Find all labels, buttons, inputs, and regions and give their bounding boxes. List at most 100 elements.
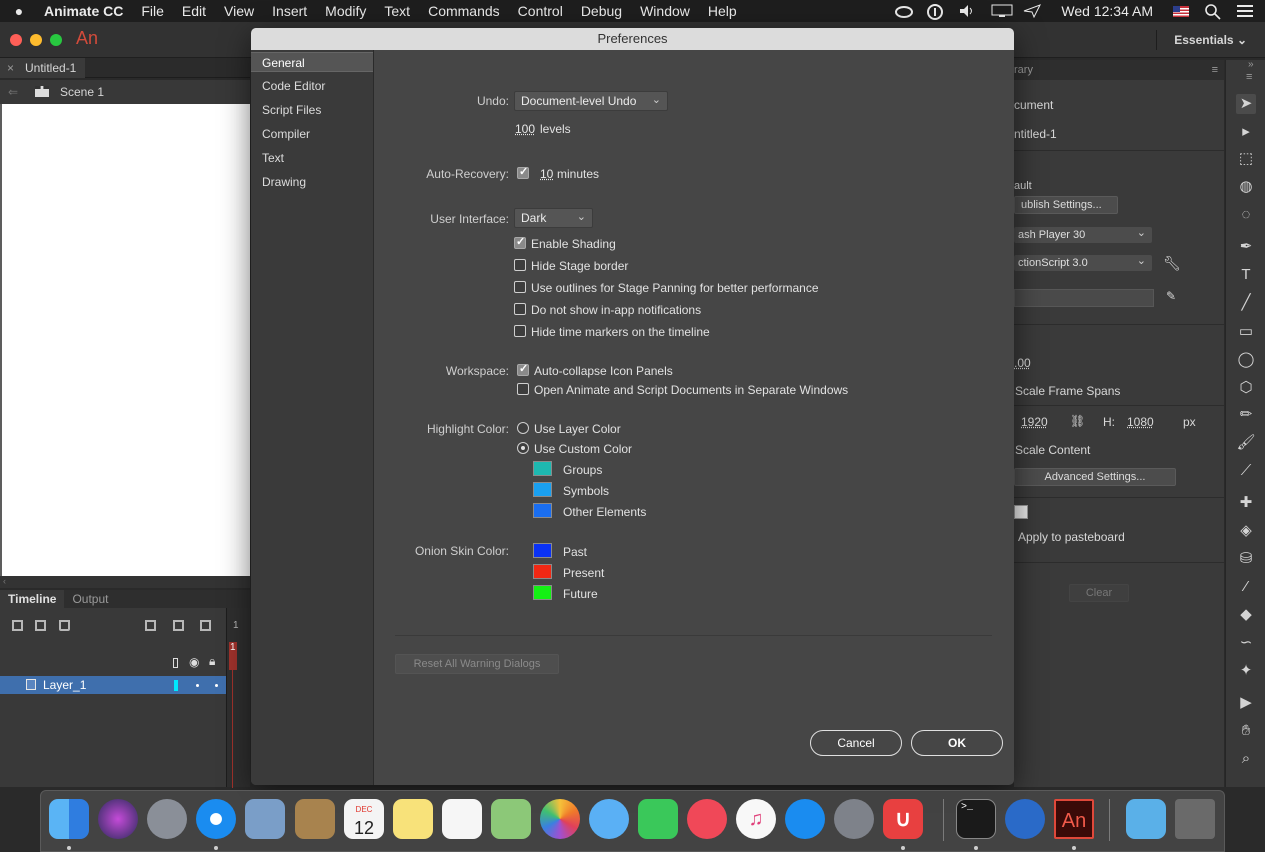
parenting-icon[interactable] <box>173 620 184 631</box>
undo-select[interactable]: Document-level Undo ⌄ <box>514 91 668 111</box>
stage-canvas[interactable] <box>2 104 250 576</box>
input-source-flag-icon[interactable] <box>1173 4 1191 18</box>
panel-menu-icon[interactable]: ≡ <box>1246 71 1252 83</box>
class-field[interactable] <box>1014 289 1154 307</box>
paint-brush-tool-icon[interactable]: 🖌︎ <box>1236 433 1256 453</box>
reset-warning-dialogs-button[interactable]: Reset All Warning Dialogs <box>395 654 559 674</box>
library-tab[interactable]: rary <box>1014 64 1033 76</box>
calendar-icon[interactable]: DEC 12 <box>344 799 384 839</box>
notes-icon[interactable] <box>393 799 433 839</box>
hide-time-markers-label[interactable]: Hide time markers on the timeline <box>531 325 710 339</box>
script-select[interactable]: ctionScript 3.0 <box>1014 254 1152 271</box>
width-value[interactable]: 1920 <box>1021 415 1048 429</box>
auto-recovery-checkbox[interactable] <box>517 165 529 179</box>
news-icon[interactable] <box>687 799 727 839</box>
symbols-color-swatch[interactable] <box>533 482 552 497</box>
link-dimensions-icon[interactable]: ⛓︎ <box>1070 414 1085 428</box>
rectangle-tool-icon[interactable]: ▭ <box>1236 322 1256 342</box>
hide-stage-border-checkbox[interactable] <box>514 259 526 271</box>
future-color-swatch[interactable] <box>533 585 552 600</box>
spotlight-search-icon[interactable] <box>1205 4 1223 20</box>
menu-edit[interactable]: Edit <box>182 3 206 19</box>
zoom-window-button[interactable] <box>50 34 62 46</box>
hide-time-markers-checkbox[interactable] <box>514 325 526 337</box>
outline-toggle-icon[interactable] <box>173 658 178 668</box>
terminal-icon[interactable]: >_ <box>956 799 996 839</box>
display-icon[interactable] <box>991 4 1013 18</box>
menu-debug[interactable]: Debug <box>581 3 622 19</box>
pen-tool-icon[interactable]: ✒ <box>1236 237 1256 257</box>
lasso-tool-icon[interactable]: ◌ <box>1236 205 1256 225</box>
separate-windows-label[interactable]: Open Animate and Script Documents in Sep… <box>534 383 848 397</box>
polystar-tool-icon[interactable]: ⬡ <box>1236 378 1256 398</box>
document-tab[interactable]: × Untitled-1 <box>0 58 85 78</box>
siri-icon[interactable] <box>98 799 138 839</box>
subselection-tool-icon[interactable]: ▸ <box>1236 122 1256 142</box>
messages-icon[interactable] <box>589 799 629 839</box>
animate-icon[interactable]: An <box>1054 799 1094 839</box>
camera-tool-icon[interactable]: ▶ <box>1236 693 1256 713</box>
bone-tool-icon[interactable]: ✚ <box>1236 493 1256 513</box>
auto-recovery-minutes-value[interactable]: 10 <box>540 167 553 181</box>
tab-output[interactable]: Output <box>64 590 116 608</box>
category-compiler[interactable]: Compiler <box>251 124 373 144</box>
width-tool-icon[interactable]: ∽ <box>1236 633 1256 653</box>
minimize-window-button[interactable] <box>30 34 42 46</box>
enable-shading-label[interactable]: Enable Shading <box>531 237 616 251</box>
menu-control[interactable]: Control <box>518 3 563 19</box>
zoom-tool-icon[interactable]: ⌕ <box>1236 749 1256 769</box>
camera-icon[interactable] <box>145 620 156 631</box>
paint-bucket-tool-icon[interactable]: ◈ <box>1236 521 1256 541</box>
new-layer-icon[interactable] <box>12 620 23 631</box>
use-custom-color-radio[interactable] <box>517 442 529 454</box>
use-layer-color-radio[interactable] <box>517 422 529 434</box>
text-tool-icon[interactable]: T <box>1236 265 1256 285</box>
creative-cloud-icon[interactable] <box>895 4 914 18</box>
playhead[interactable]: 1 <box>229 642 237 670</box>
reminders-icon[interactable] <box>442 799 482 839</box>
layer-row[interactable]: Layer_1 <box>0 676 226 694</box>
height-value[interactable]: 1080 <box>1127 415 1154 429</box>
system-preferences-icon[interactable] <box>834 799 874 839</box>
eraser-tool-icon[interactable]: ◆ <box>1236 605 1256 625</box>
trash-icon[interactable] <box>1175 799 1215 839</box>
location-icon[interactable] <box>1023 4 1042 19</box>
layer-lock-dot[interactable] <box>215 684 218 687</box>
cancel-button[interactable]: Cancel <box>810 730 902 756</box>
app-store-icon[interactable] <box>785 799 825 839</box>
stage-panning-outlines-checkbox[interactable] <box>514 281 526 293</box>
safari-icon[interactable] <box>196 799 236 839</box>
tab-timeline[interactable]: Timeline <box>0 590 65 608</box>
wrench-icon[interactable]: 🔧︎ <box>1163 255 1181 272</box>
menu-insert[interactable]: Insert <box>272 3 307 19</box>
brush-tool-icon[interactable]: ⟋ <box>1236 461 1256 481</box>
menu-file[interactable]: File <box>141 3 164 19</box>
timeline-frames[interactable]: 1 1 <box>226 608 250 788</box>
facetime-icon[interactable] <box>638 799 678 839</box>
separate-windows-checkbox[interactable] <box>517 383 529 395</box>
user-interface-select[interactable]: Dark ⌄ <box>514 208 593 228</box>
mail-icon[interactable] <box>245 799 285 839</box>
layer-name[interactable]: Layer_1 <box>43 678 86 692</box>
eyedropper-tool-icon[interactable]: ⁄ <box>1236 577 1256 597</box>
stage-panning-outlines-label[interactable]: Use outlines for Stage Panning for bette… <box>531 281 819 295</box>
folder-icon[interactable] <box>1126 799 1166 839</box>
menu-app-name[interactable]: Animate CC <box>44 3 123 19</box>
asset-warp-tool-icon[interactable]: ✦ <box>1236 661 1256 681</box>
launchpad-icon[interactable] <box>147 799 187 839</box>
graph-icon[interactable] <box>200 620 211 631</box>
eye-icon[interactable]: ◉ <box>189 655 199 669</box>
groups-color-swatch[interactable] <box>533 461 552 476</box>
magnet-icon[interactable]: ∪ <box>883 799 923 839</box>
back-arrow-icon[interactable]: ⇐ <box>8 85 18 99</box>
menu-window[interactable]: Window <box>640 3 690 19</box>
present-color-swatch[interactable] <box>533 564 552 579</box>
line-tool-icon[interactable]: ╱ <box>1236 293 1256 313</box>
category-text[interactable]: Text <box>251 148 373 168</box>
layer-visibility-dot[interactable] <box>196 684 199 687</box>
finder-icon[interactable] <box>49 799 89 839</box>
selection-tool-icon[interactable]: ➤ <box>1236 94 1256 114</box>
clear-button[interactable]: Clear <box>1069 584 1129 602</box>
enable-shading-checkbox[interactable] <box>514 235 526 249</box>
scroll-left-icon[interactable]: ‹ <box>3 576 6 586</box>
